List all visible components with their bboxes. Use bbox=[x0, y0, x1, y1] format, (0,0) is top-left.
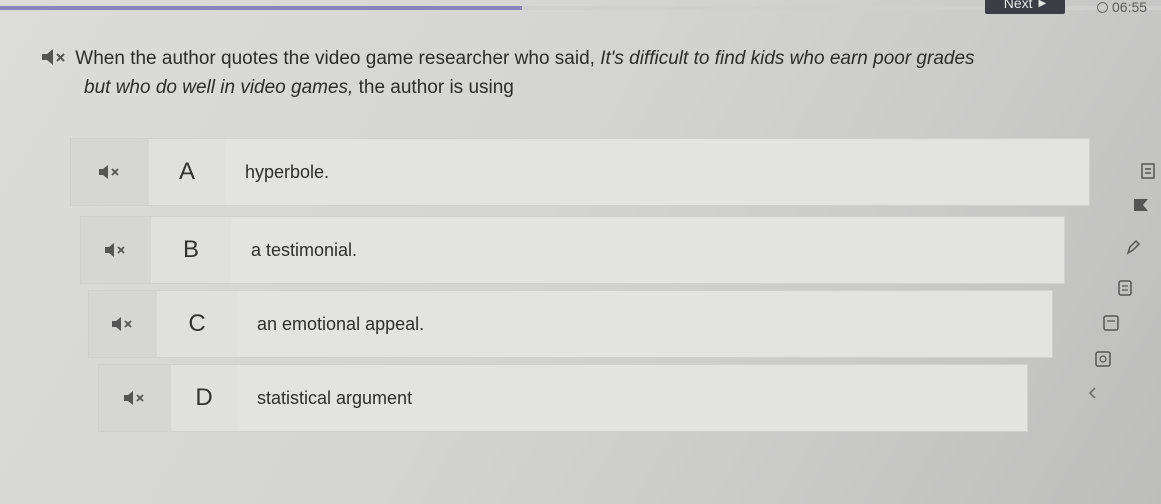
option-letter: B bbox=[151, 217, 231, 283]
option-d[interactable]: D statistical argument bbox=[98, 364, 1028, 432]
answer-eliminator-icon[interactable] bbox=[1094, 351, 1112, 367]
question-suffix: the author is using bbox=[353, 77, 514, 98]
option-audio-button[interactable] bbox=[71, 139, 149, 205]
timer: 06:55 bbox=[1097, 0, 1147, 15]
top-bar: Next ▶ 06:55 bbox=[0, 0, 1161, 30]
option-letter: D bbox=[171, 365, 237, 431]
line-reader-icon[interactable] bbox=[1140, 163, 1158, 179]
option-text: an emotional appeal. bbox=[257, 313, 425, 334]
clock-icon bbox=[1097, 1, 1108, 13]
option-audio-button[interactable] bbox=[81, 217, 151, 283]
highlighter-icon[interactable] bbox=[1124, 239, 1142, 255]
option-b[interactable]: B a testimonial. bbox=[80, 216, 1065, 284]
progress-fill bbox=[0, 6, 523, 10]
flag-icon[interactable] bbox=[1132, 197, 1150, 213]
option-audio-button[interactable] bbox=[99, 365, 171, 431]
play-arrow-icon: ▶ bbox=[1038, 0, 1047, 9]
speaker-mute-icon bbox=[124, 391, 144, 405]
calculator-icon[interactable] bbox=[1102, 315, 1120, 331]
speaker-mute-icon bbox=[99, 165, 119, 179]
tool-bar bbox=[1088, 155, 1155, 415]
question-prefix: When the author quotes the video game re… bbox=[75, 48, 601, 69]
speaker-mute-icon bbox=[105, 243, 125, 257]
speaker-mute-icon[interactable] bbox=[40, 48, 70, 66]
option-text: a testimonial. bbox=[251, 239, 358, 260]
option-letter: C bbox=[157, 291, 237, 357]
question-text: When the author quotes the video game re… bbox=[40, 44, 1120, 102]
speaker-mute-icon bbox=[112, 317, 132, 331]
notepad-icon[interactable] bbox=[1116, 280, 1134, 296]
option-letter: A bbox=[149, 139, 225, 205]
option-audio-button[interactable] bbox=[89, 291, 157, 357]
option-text: statistical argument bbox=[257, 387, 413, 408]
option-text: hyperbole. bbox=[245, 161, 330, 182]
next-label: Next bbox=[1003, 0, 1033, 11]
timer-value: 06:55 bbox=[1112, 0, 1148, 15]
option-a[interactable]: A hyperbole. bbox=[70, 138, 1090, 206]
option-c[interactable]: C an emotional appeal. bbox=[88, 290, 1053, 358]
question-quote-part1: It's difficult to find kids who earn poo… bbox=[600, 48, 975, 69]
next-button[interactable]: Next ▶ bbox=[985, 0, 1065, 14]
question-quote-part2: but who do well in video games, bbox=[84, 77, 354, 98]
collapse-icon[interactable] bbox=[1084, 385, 1102, 401]
